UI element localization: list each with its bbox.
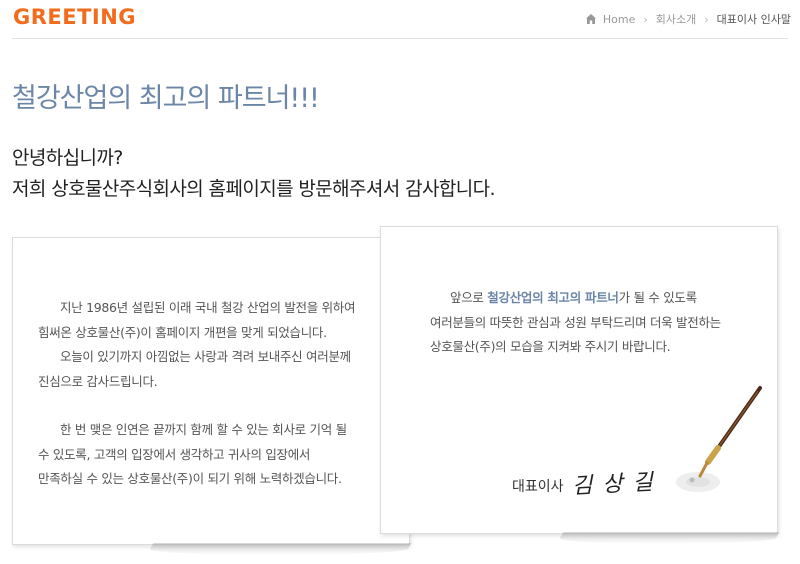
message-line: 오늘이 있기까지 아낌없는 사랑과 격려 보내주신 여러분께: [60, 349, 351, 364]
signature-name: 김상길: [571, 469, 663, 500]
chevron-right-icon: ›: [704, 12, 709, 26]
signature-role: 대표이사: [512, 479, 564, 495]
message-line: 지난 1986년 설립된 이래 국내 철강 산업의 발전을 위하여: [60, 300, 356, 315]
message-line: 수 있도록, 고객의 입장에서 생각하고 귀사의 입장에서: [38, 446, 311, 462]
message-line: 한 번 맺은 인연은 끝까지 함께 할 수 있는 회사로 기억 될: [60, 422, 347, 437]
intro-line-1: 안녕하십니까?: [12, 147, 123, 169]
message-line: 여러분들의 따뜻한 관심과 성원 부탁드리며 더욱 발전하는: [430, 314, 721, 330]
page-title: 철강산업의 최고의 파트너!!!: [12, 83, 320, 114]
message-line: 상호물산(주)의 모습을 지켜봐 주시기 바랍니다.: [430, 339, 671, 354]
greeting-message-left: 지난 1986년 설립된 이래 국내 철강 산업의 발전을 위하여 힘써온 상호…: [38, 296, 356, 492]
intro-text: 안녕하십니까? 저희 상호물산주식회사의 홈페이지를 방문해주셔서 감사합니다.: [12, 143, 496, 205]
intro-line-2: 저희 상호물산주식회사의 홈페이지를 방문해주셔서 감사합니다.: [12, 178, 496, 200]
breadcrumb-current: 대표이사 인사말: [716, 13, 791, 26]
card-shadow: [146, 543, 412, 555]
message-line: 만족하실 수 있는 상호물산(주)이 되기 위해 노력하겠습니다.: [38, 471, 342, 486]
breadcrumb: Home › 회사소개 › 대표이사 인사말: [585, 11, 791, 27]
chevron-right-icon: ›: [643, 12, 648, 26]
home-icon[interactable]: [585, 13, 597, 25]
message-line: 진심으로 감사드립니다.: [38, 373, 158, 389]
highlight-text: 철강산업의 최고의 파트너: [487, 290, 619, 305]
greeting-message-right: 앞으로 철강산업의 최고의 파트너가 될 수 있도록 여러분들의 따뜻한 관심과…: [430, 286, 721, 360]
header-divider: [12, 38, 788, 39]
message-line: 앞으로 철강산업의 최고의 파트너가 될 수 있도록: [450, 290, 697, 305]
breadcrumb-home[interactable]: Home: [603, 13, 635, 26]
page-heading: GREETING: [13, 5, 137, 29]
fountain-pen-icon: [676, 386, 762, 492]
breadcrumb-company-intro[interactable]: 회사소개: [656, 11, 696, 27]
ceo-signature: 대표이사 김상길: [512, 466, 663, 500]
card-shadow: [556, 532, 780, 544]
message-line: 힘써온 상호물산(주)이 홈페이지 개편을 맞게 되었습니다.: [38, 324, 327, 340]
